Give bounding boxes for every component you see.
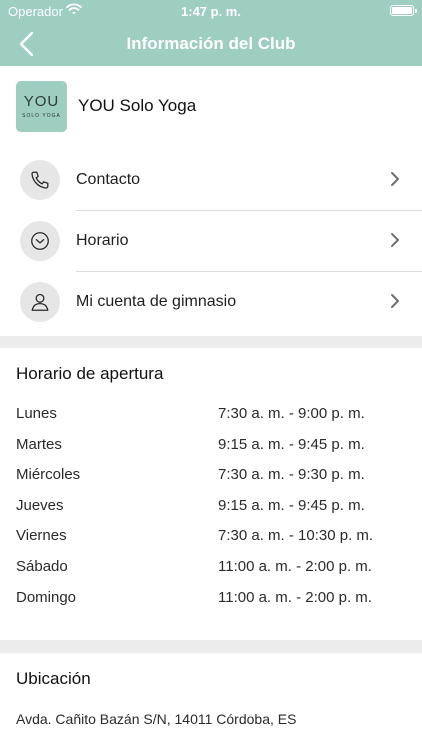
club-logo: YOU SOLO YOGA	[16, 81, 67, 132]
status-bar: Operador 1:47 p. m.	[0, 0, 422, 22]
day-label: Miércoles	[16, 466, 81, 483]
time-range: 7:30 a. m. - 9:00 p. m.	[218, 405, 365, 422]
day-label: Lunes	[16, 405, 57, 422]
user-icon-circle	[20, 282, 60, 322]
page-title: Información del Club	[126, 34, 296, 53]
time-range: 7:30 a. m. - 10:30 p. m.	[218, 527, 374, 544]
day-label: Martes	[16, 436, 62, 453]
hours-row-lunes: Lunes 7:30 a. m. - 9:00 p. m.	[16, 405, 406, 436]
hours-row-domingo: Domingo 11:00 a. m. - 2:00 p. m.	[16, 589, 406, 620]
status-time: 1:47 p. m.	[181, 4, 241, 19]
location-card: Ubicación Avda. Cañito Bazán S/N, 14011 …	[0, 653, 422, 750]
user-icon	[31, 293, 49, 311]
club-address[interactable]: Avda. Cañito Bazán S/N, 14011 Córdoba, E…	[16, 711, 296, 727]
menu-item-horario[interactable]: Horario	[0, 211, 422, 272]
time-range: 11:00 a. m. - 2:00 p. m.	[218, 558, 372, 575]
menu-item-mi-cuenta[interactable]: Mi cuenta de gimnasio	[0, 272, 422, 333]
day-label: Sábado	[16, 558, 68, 575]
opening-hours-card: Horario de apertura Lunes 7:30 a. m. - 9…	[0, 348, 422, 640]
menu-item-label: Horario	[76, 232, 129, 249]
location-title: Ubicación	[16, 669, 91, 688]
phone-icon-circle	[20, 160, 60, 200]
chevron-right-icon	[391, 172, 399, 186]
opening-hours-title: Horario de apertura	[16, 364, 164, 383]
logo-main-text: YOU	[23, 93, 60, 110]
navigation-bar: Información del Club	[0, 22, 422, 66]
chevron-right-icon	[391, 294, 399, 308]
battery-icon	[390, 5, 417, 16]
hours-row-miercoles: Miércoles 7:30 a. m. - 9:30 p. m.	[16, 466, 406, 497]
time-range: 11:00 a. m. - 2:00 p. m.	[218, 589, 372, 606]
day-label: Domingo	[16, 589, 77, 606]
menu-item-label: Mi cuenta de gimnasio	[76, 293, 237, 310]
time-range: 7:30 a. m. - 9:30 p. m.	[218, 466, 365, 483]
phone-icon	[31, 171, 49, 189]
time-range: 9:15 a. m. - 9:45 p. m.	[218, 436, 365, 453]
logo-sub-text: SOLO YOGA	[22, 113, 61, 119]
day-label: Jueves	[16, 497, 64, 514]
menu-item-label: Contacto	[76, 171, 141, 188]
club-header: YOU SOLO YOGA YOU Solo Yoga	[16, 81, 406, 132]
hours-row-sabado: Sábado 11:00 a. m. - 2:00 p. m.	[16, 558, 406, 589]
clock-icon-circle	[20, 221, 60, 261]
app-header: Operador 1:47 p. m. Información del Club	[0, 0, 422, 66]
hours-row-martes: Martes 9:15 a. m. - 9:45 p. m.	[16, 436, 406, 467]
chevron-right-icon	[391, 233, 399, 247]
hours-row-jueves: Jueves 9:15 a. m. - 9:45 p. m.	[16, 497, 406, 528]
menu-item-contacto[interactable]: Contacto	[0, 150, 422, 211]
time-range: 9:15 a. m. - 9:45 p. m.	[218, 497, 365, 514]
day-label: Viernes	[16, 527, 67, 544]
clock-icon	[31, 232, 49, 250]
club-card: YOU SOLO YOGA YOU Solo Yoga Contacto Hor…	[0, 66, 422, 336]
club-name: YOU Solo Yoga	[78, 96, 197, 115]
hours-row-viernes: Viernes 7:30 a. m. - 10:30 p. m.	[16, 527, 406, 558]
